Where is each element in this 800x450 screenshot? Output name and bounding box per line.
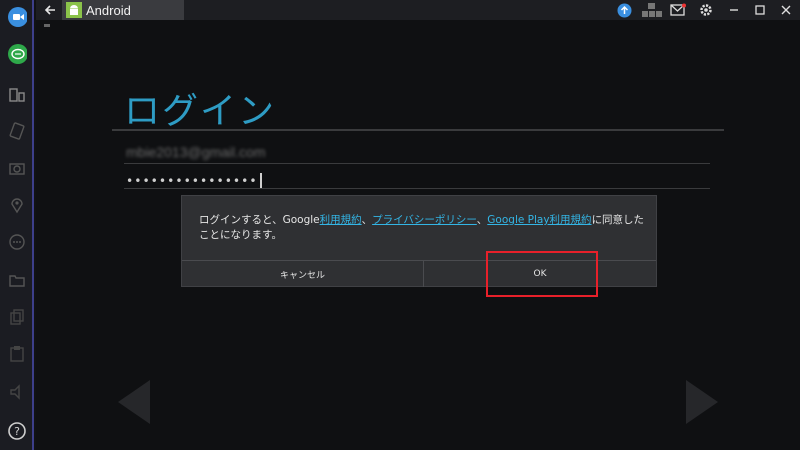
email-underline (124, 163, 710, 164)
more-icon[interactable] (7, 232, 27, 252)
text-caret (259, 173, 262, 189)
dialog-message: ログインすると、Google利用規約、プライバシーポリシー、Google Pla… (199, 213, 649, 243)
title-bar: Android (36, 0, 800, 20)
privacy-policy-link[interactable]: プライバシーポリシー (372, 214, 477, 226)
maximize-icon[interactable] (752, 2, 768, 18)
separator-1: 、 (361, 214, 373, 226)
camera-icon[interactable] (7, 158, 27, 178)
gear-icon[interactable] (698, 2, 714, 18)
upload-icon[interactable] (616, 2, 632, 18)
tab-android[interactable]: Android (62, 0, 184, 20)
minimize-icon[interactable] (726, 2, 742, 18)
status-indicator (44, 24, 50, 27)
sidebar: ? (0, 0, 34, 450)
ok-button-highlight (486, 251, 598, 297)
video-camera-icon[interactable] (7, 7, 27, 27)
chat-icon[interactable] (7, 44, 27, 64)
folder-icon[interactable] (7, 270, 27, 290)
title-divider (112, 129, 724, 131)
password-value: •••••••••••••••• (126, 174, 258, 188)
volume-icon[interactable] (7, 382, 27, 402)
previous-arrow-icon[interactable] (118, 380, 152, 428)
terms-link[interactable]: 利用規約 (320, 214, 362, 226)
android-icon (66, 2, 82, 18)
password-underline (124, 188, 710, 189)
cancel-button[interactable]: キャンセル (182, 261, 423, 287)
copy-icon[interactable] (7, 307, 27, 327)
rotate-icon[interactable] (7, 121, 27, 141)
tab-title: Android (86, 2, 131, 18)
separator-2: 、 (476, 214, 488, 226)
paste-icon[interactable] (7, 344, 27, 364)
next-arrow-icon[interactable] (684, 380, 718, 428)
multi-window-icon[interactable] (7, 85, 27, 105)
message-prefix: ログインすると、Google (199, 214, 320, 226)
help-icon[interactable]: ? (7, 421, 27, 441)
page-title: ログイン (124, 91, 277, 132)
mail-icon[interactable] (670, 2, 686, 18)
back-arrow-icon[interactable] (42, 2, 58, 18)
location-icon[interactable] (7, 195, 27, 215)
google-play-terms-link[interactable]: Google Play利用規約 (487, 214, 591, 226)
android-screen: ログイン mbie2013@gmail.com ••••••••••••••••… (36, 20, 800, 450)
svg-text:?: ? (14, 425, 20, 438)
keyboard-icon[interactable] (641, 2, 663, 18)
close-icon[interactable] (778, 2, 794, 18)
